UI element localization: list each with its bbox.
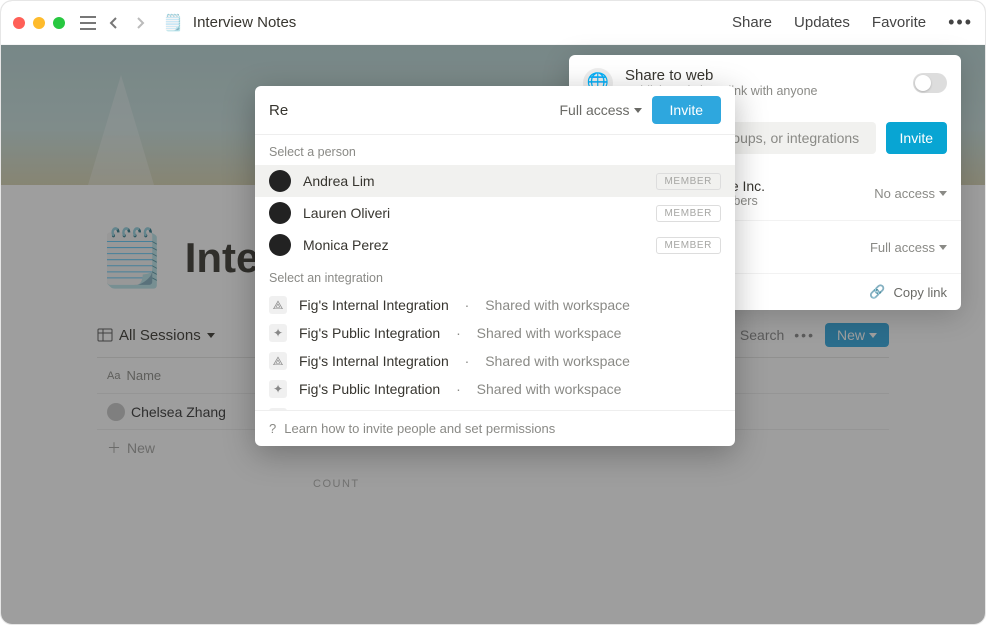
chevron-down-icon	[939, 191, 947, 196]
member-badge: MEMBER	[656, 205, 722, 222]
person-name: Andrea Lim	[303, 173, 375, 189]
section-header-person: Select a person	[255, 135, 735, 165]
integration-option[interactable]: ✦ Fig's Public Integration · Shared with…	[255, 375, 735, 403]
maximize-window-button[interactable]	[53, 17, 65, 29]
app-window: 🗒️ Interview Notes Share Updates Favorit…	[0, 0, 986, 625]
window-controls	[13, 17, 65, 29]
integration-icon: ⟁	[269, 296, 287, 314]
close-window-button[interactable]	[13, 17, 25, 29]
invite-modal-header: Full access Invite	[255, 86, 735, 134]
breadcrumb-page-title[interactable]: Interview Notes	[193, 14, 296, 31]
invite-submit-button[interactable]: Invite	[652, 96, 721, 124]
access-selector[interactable]: No access	[874, 186, 947, 201]
person-name: Monica Perez	[303, 237, 389, 253]
invite-modal-footer: ? Learn how to invite people and set per…	[255, 410, 735, 446]
topbar-actions: Share Updates Favorite •••	[732, 12, 973, 33]
person-search-input[interactable]	[269, 102, 550, 119]
integration-icon: ✦	[269, 324, 287, 342]
topbar: 🗒️ Interview Notes Share Updates Favorit…	[1, 1, 985, 45]
integration-option[interactable]: ⟁ Fig's Internal Integration · Shared wi…	[255, 347, 735, 375]
integration-share-info: Shared with workspace	[485, 353, 630, 369]
favorite-button[interactable]: Favorite	[872, 14, 926, 31]
avatar	[269, 202, 291, 224]
person-name: Lauren Oliveri	[303, 205, 390, 221]
integration-name: Fig's Public Integration	[299, 325, 440, 341]
nav-forward-button[interactable]	[131, 14, 149, 32]
invite-modal: Full access Invite Select a person Andre…	[255, 86, 735, 446]
integration-name: Fig's Internal Integration	[299, 297, 449, 313]
person-option[interactable]: Lauren Oliveri MEMBER	[255, 197, 735, 229]
access-selector[interactable]: Full access	[870, 240, 947, 255]
avatar	[269, 170, 291, 192]
integration-icon: ⟁	[269, 352, 287, 370]
integration-option[interactable]: ✦ Fig's Public Integration · Shared with…	[255, 319, 735, 347]
invite-modal-body: Select a person Andrea Lim MEMBER Lauren…	[255, 134, 735, 410]
access-level-selector[interactable]: Full access	[560, 102, 642, 118]
share-web-title: Share to web	[625, 67, 817, 84]
integration-share-info: Shared with workspace	[485, 297, 630, 313]
integration-share-info: Shared with workspace	[477, 325, 622, 341]
chevron-down-icon	[634, 108, 642, 113]
share-button[interactable]: Share	[732, 14, 772, 31]
share-web-toggle[interactable]	[913, 73, 947, 93]
person-option[interactable]: Monica Perez MEMBER	[255, 229, 735, 261]
help-link[interactable]: Learn how to invite people and set permi…	[284, 421, 555, 436]
minimize-window-button[interactable]	[33, 17, 45, 29]
person-option[interactable]: Andrea Lim MEMBER	[255, 165, 735, 197]
copy-link-button[interactable]: Copy link	[894, 285, 947, 300]
invite-button[interactable]: Invite	[886, 122, 947, 154]
menu-icon[interactable]	[79, 14, 97, 32]
integration-name: Fig's Public Integration	[299, 381, 440, 397]
page-icon: 🗒️	[163, 13, 183, 33]
integration-name: Fig's Internal Integration	[299, 353, 449, 369]
integration-option[interactable]: ⟁ Fig's Internal Integration · Shared wi…	[255, 403, 735, 410]
avatar	[269, 234, 291, 256]
nav-back-button[interactable]	[105, 14, 123, 32]
integration-share-info: Shared with workspace	[477, 381, 622, 397]
help-icon: ?	[269, 421, 276, 436]
integration-option[interactable]: ⟁ Fig's Internal Integration · Shared wi…	[255, 291, 735, 319]
member-badge: MEMBER	[656, 237, 722, 254]
section-header-integration: Select an integration	[255, 261, 735, 291]
member-badge: MEMBER	[656, 173, 722, 190]
updates-button[interactable]: Updates	[794, 14, 850, 31]
link-icon: 🔗	[869, 284, 885, 300]
chevron-down-icon	[939, 245, 947, 250]
more-icon[interactable]: •••	[948, 12, 973, 33]
integration-icon: ✦	[269, 380, 287, 398]
